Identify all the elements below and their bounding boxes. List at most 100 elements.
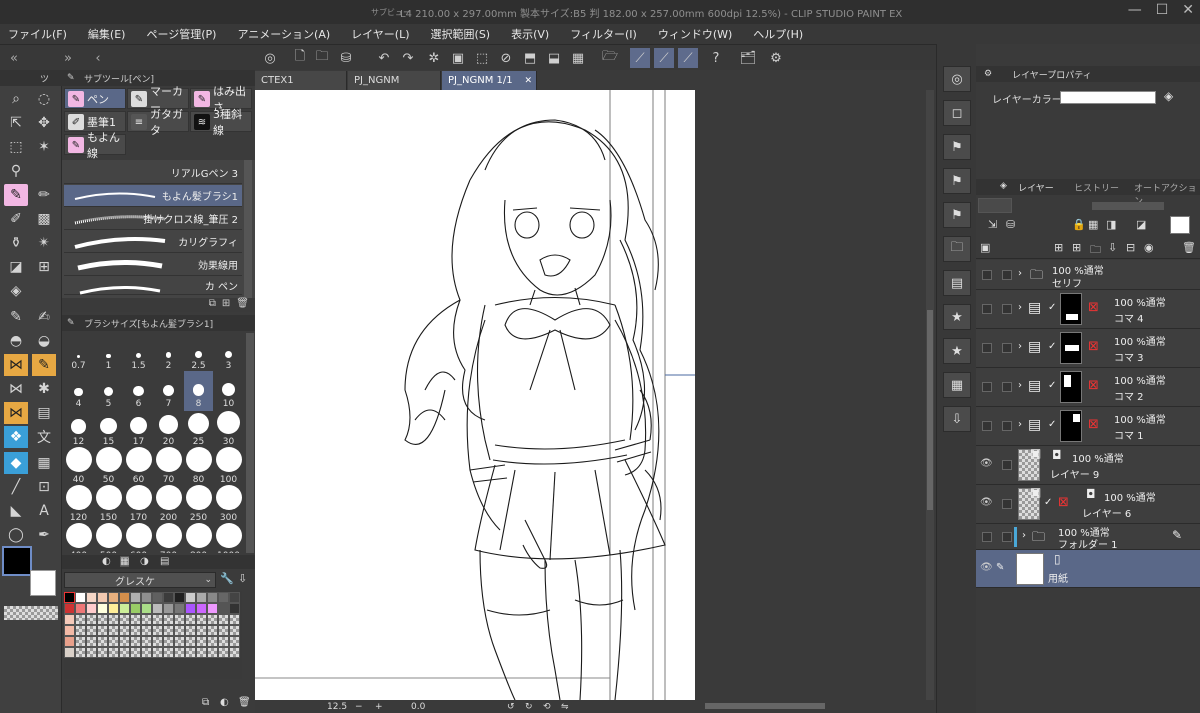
check-icon[interactable]: ✓ — [1044, 497, 1052, 508]
lock-toggle[interactable] — [1002, 304, 1012, 314]
select-rect-icon[interactable]: ⬚ — [4, 136, 28, 158]
layer-row-serif-folder[interactable]: › 🗀 100 %通常 セリフ — [976, 260, 1200, 290]
brush-size-cell[interactable]: 70 — [154, 447, 183, 487]
menu-animation[interactable]: アニメーション(A) — [237, 26, 330, 42]
color-swatch[interactable] — [64, 647, 75, 658]
brush-size-cell[interactable]: 800 — [184, 523, 213, 553]
color-swatch[interactable] — [218, 603, 229, 614]
color-swatch[interactable] — [207, 647, 218, 658]
color-swatch[interactable] — [130, 603, 141, 614]
color-swatch[interactable] — [75, 614, 86, 625]
eyedropper-icon[interactable]: ⚲ — [4, 160, 28, 182]
grid-panel-icon[interactable]: ▦ — [943, 372, 971, 398]
brush-size-cell[interactable]: 17 — [124, 409, 153, 449]
grid-icon[interactable]: ▦ — [568, 48, 588, 68]
expand-chevron-icon[interactable]: › — [1018, 380, 1022, 391]
maximize-icon[interactable]: ☐ — [1156, 2, 1169, 18]
color-import-icon[interactable]: ⇩ — [238, 572, 247, 585]
lock-toggle[interactable] — [1002, 382, 1012, 392]
color-swatch[interactable] — [108, 636, 119, 647]
brush-size-cell[interactable]: 300 — [214, 485, 243, 525]
expand-chevron-icon[interactable]: › — [1018, 341, 1022, 352]
color-swatch[interactable] — [207, 592, 218, 603]
pen-icon[interactable]: ✎ — [4, 184, 28, 206]
layer-property-tab[interactable]: レイヤープロパティ — [1012, 68, 1092, 81]
color-swatch[interactable] — [97, 636, 108, 647]
brush-size-cell[interactable]: 12 — [64, 409, 93, 449]
zoom-out-icon[interactable]: − — [355, 702, 363, 712]
brush-list-scrollbar[interactable] — [244, 160, 252, 298]
tab-ctex1[interactable]: CTEX1 — [255, 71, 347, 90]
transparent-color-swatch[interactable] — [4, 606, 58, 620]
visibility-toggle[interactable] — [982, 382, 992, 392]
color-swatch[interactable] — [119, 625, 130, 636]
brush-size-cell[interactable]: 700 — [154, 523, 183, 553]
color-swatch[interactable] — [141, 592, 152, 603]
reference-icon[interactable]: ⛁ — [1006, 218, 1015, 231]
color-swatch[interactable] — [97, 647, 108, 658]
color-replace-icon[interactable]: ◐ — [220, 697, 229, 708]
color-swatch[interactable] — [196, 603, 207, 614]
menu-view[interactable]: 表示(V) — [511, 26, 549, 42]
color-swatch[interactable] — [218, 636, 229, 647]
brush-icon[interactable]: ✐ — [4, 208, 28, 230]
visibility-toggle[interactable] — [982, 421, 992, 431]
subtool-group-hatching[interactable]: ≋ 3種斜線 — [190, 108, 252, 137]
decoration-icon[interactable]: ▩ — [32, 208, 56, 230]
crop-icon[interactable]: ⬒ — [520, 48, 540, 68]
menu-filter[interactable]: フィルター(I) — [570, 26, 637, 42]
color-swatch[interactable] — [229, 592, 240, 603]
main-color-swatch[interactable] — [2, 546, 32, 576]
menu-file[interactable]: ファイル(F) — [8, 26, 67, 42]
highlight-pen-icon[interactable]: ✎ — [32, 354, 56, 376]
paint-bucket-icon[interactable]: ◈ — [1164, 89, 1173, 103]
check-icon[interactable]: ✓ — [1048, 302, 1056, 313]
color-swatch[interactable] — [185, 647, 196, 658]
brush-item[interactable]: 効果線用 — [64, 254, 242, 276]
color-swatch[interactable] — [207, 603, 218, 614]
color-swatch[interactable] — [130, 625, 141, 636]
brush-item[interactable]: リアルGペン 3 — [64, 162, 242, 184]
eye-icon[interactable]: 👁 — [980, 562, 993, 573]
color-swatch[interactable] — [86, 647, 97, 658]
opacity-slider[interactable] — [1092, 202, 1164, 210]
vector-pen-icon[interactable]: ✎ — [4, 306, 28, 328]
subtool-group-jagged[interactable]: ≡ ガタガタ — [127, 108, 189, 137]
color-swatch[interactable] — [185, 614, 196, 625]
color-wheel-tab-icon[interactable]: ◐ — [102, 556, 111, 567]
balloon-icon[interactable]: ◯ — [4, 524, 28, 546]
sparkle-icon[interactable]: ✱ — [32, 378, 56, 400]
collapse-left-icon[interactable]: « — [4, 48, 24, 68]
color-swatch[interactable] — [207, 625, 218, 636]
color-set-tab-icon[interactable]: ▦ — [120, 556, 130, 567]
brush-size-cell[interactable]: 60 — [124, 447, 153, 487]
color-swatch[interactable] — [119, 647, 130, 658]
brush-item[interactable]: カリグラフィ — [64, 231, 242, 253]
brush-size-cell[interactable]: 500 — [94, 523, 123, 553]
visibility-toggle[interactable] — [982, 343, 992, 353]
color-swatch[interactable] — [130, 614, 141, 625]
brush-size-cell[interactable]: 4 — [64, 371, 93, 411]
magic-wand-icon[interactable]: ✶ — [32, 136, 56, 158]
color-swatch[interactable] — [185, 636, 196, 647]
delete-layer-icon[interactable]: 🗑 — [1182, 241, 1196, 254]
blend-mode-select[interactable] — [978, 198, 1012, 213]
color-swatch[interactable] — [185, 625, 196, 636]
brush-size-cell[interactable]: 100 — [214, 447, 243, 487]
color-swatch[interactable] — [97, 603, 108, 614]
navigator-icon[interactable]: ◎ — [943, 66, 971, 92]
mask-disabled-icon[interactable]: ⊠ — [1088, 339, 1099, 354]
mask-disabled-icon[interactable]: ⊠ — [1088, 417, 1099, 432]
save-icon[interactable]: ⛁ — [336, 48, 356, 68]
color-swatch[interactable] — [152, 614, 163, 625]
menu-selection[interactable]: 選択範囲(S) — [431, 26, 491, 42]
subtool-group-pen[interactable]: ✎ ペン — [64, 88, 126, 109]
history-tab[interactable]: ヒストリー — [1074, 181, 1119, 194]
color-swatch[interactable] — [97, 625, 108, 636]
brush-size-cell[interactable]: 25 — [184, 409, 213, 449]
color-swatch[interactable] — [163, 614, 174, 625]
mask-disabled-icon[interactable]: ⊠ — [1058, 495, 1069, 510]
menu-page[interactable]: ページ管理(P) — [146, 26, 216, 42]
rotate-left-icon[interactable]: ↺ — [507, 702, 515, 712]
mask-disabled-icon[interactable]: ⊠ — [1088, 300, 1099, 315]
